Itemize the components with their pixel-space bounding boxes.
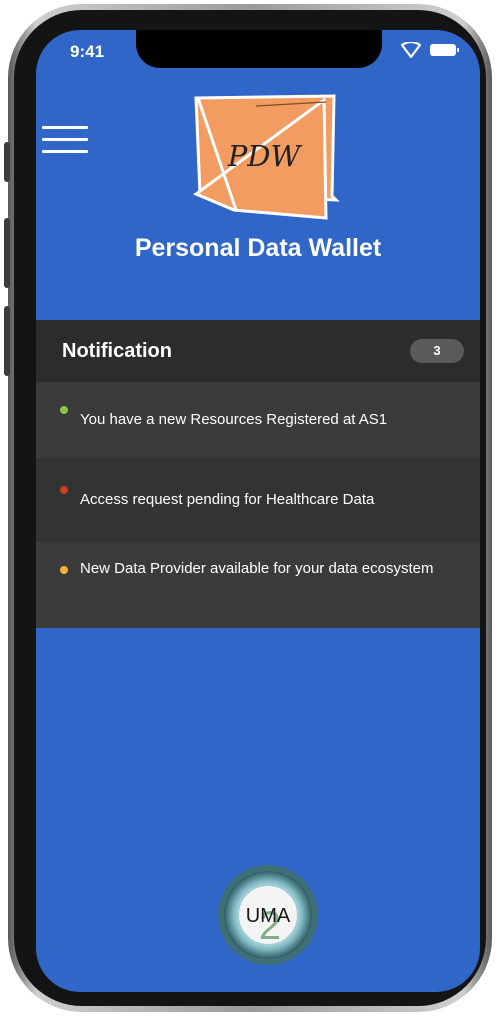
mute-switch — [4, 142, 10, 182]
phone-notch — [136, 30, 382, 68]
wifi-icon — [400, 42, 422, 58]
pdw-logo-text: PDW — [227, 139, 303, 173]
status-time: 9:41 — [70, 42, 105, 61]
battery-icon — [430, 44, 459, 56]
volume-up-button — [4, 218, 10, 288]
status-dot-yellow-icon — [60, 566, 68, 574]
volume-down-button — [4, 306, 10, 376]
notification-item[interactable]: New Data Provider available for your dat… — [36, 542, 480, 628]
notification-text: Access request pending for Healthcare Da… — [80, 491, 375, 508]
app-screen: 9:41 PDW Personal Data Wallet Notificati… — [36, 30, 480, 992]
uma2-logo-text: UMA — [246, 905, 291, 927]
notification-text: You have a new Resources Registered at A… — [80, 411, 388, 428]
notification-panel: Notification 3 You have a new Resources … — [36, 320, 480, 628]
notification-count-badge: 3 — [410, 339, 464, 363]
uma2-logo[interactable]: 2 UMA — [216, 863, 320, 967]
pdw-logo: PDW — [192, 94, 340, 220]
notification-item[interactable]: Access request pending for Healthcare Da… — [36, 458, 480, 542]
app-title: Personal Data Wallet — [134, 234, 382, 262]
status-dot-red-icon — [60, 486, 68, 494]
notification-header: Notification 3 — [36, 320, 480, 382]
hamburger-menu-icon[interactable] — [42, 126, 88, 154]
status-icons — [400, 42, 459, 58]
notification-text: New Data Provider available for your dat… — [80, 560, 434, 577]
notification-item[interactable]: You have a new Resources Registered at A… — [36, 382, 480, 458]
status-dot-green-icon — [60, 406, 68, 414]
notification-title: Notification — [62, 340, 172, 362]
